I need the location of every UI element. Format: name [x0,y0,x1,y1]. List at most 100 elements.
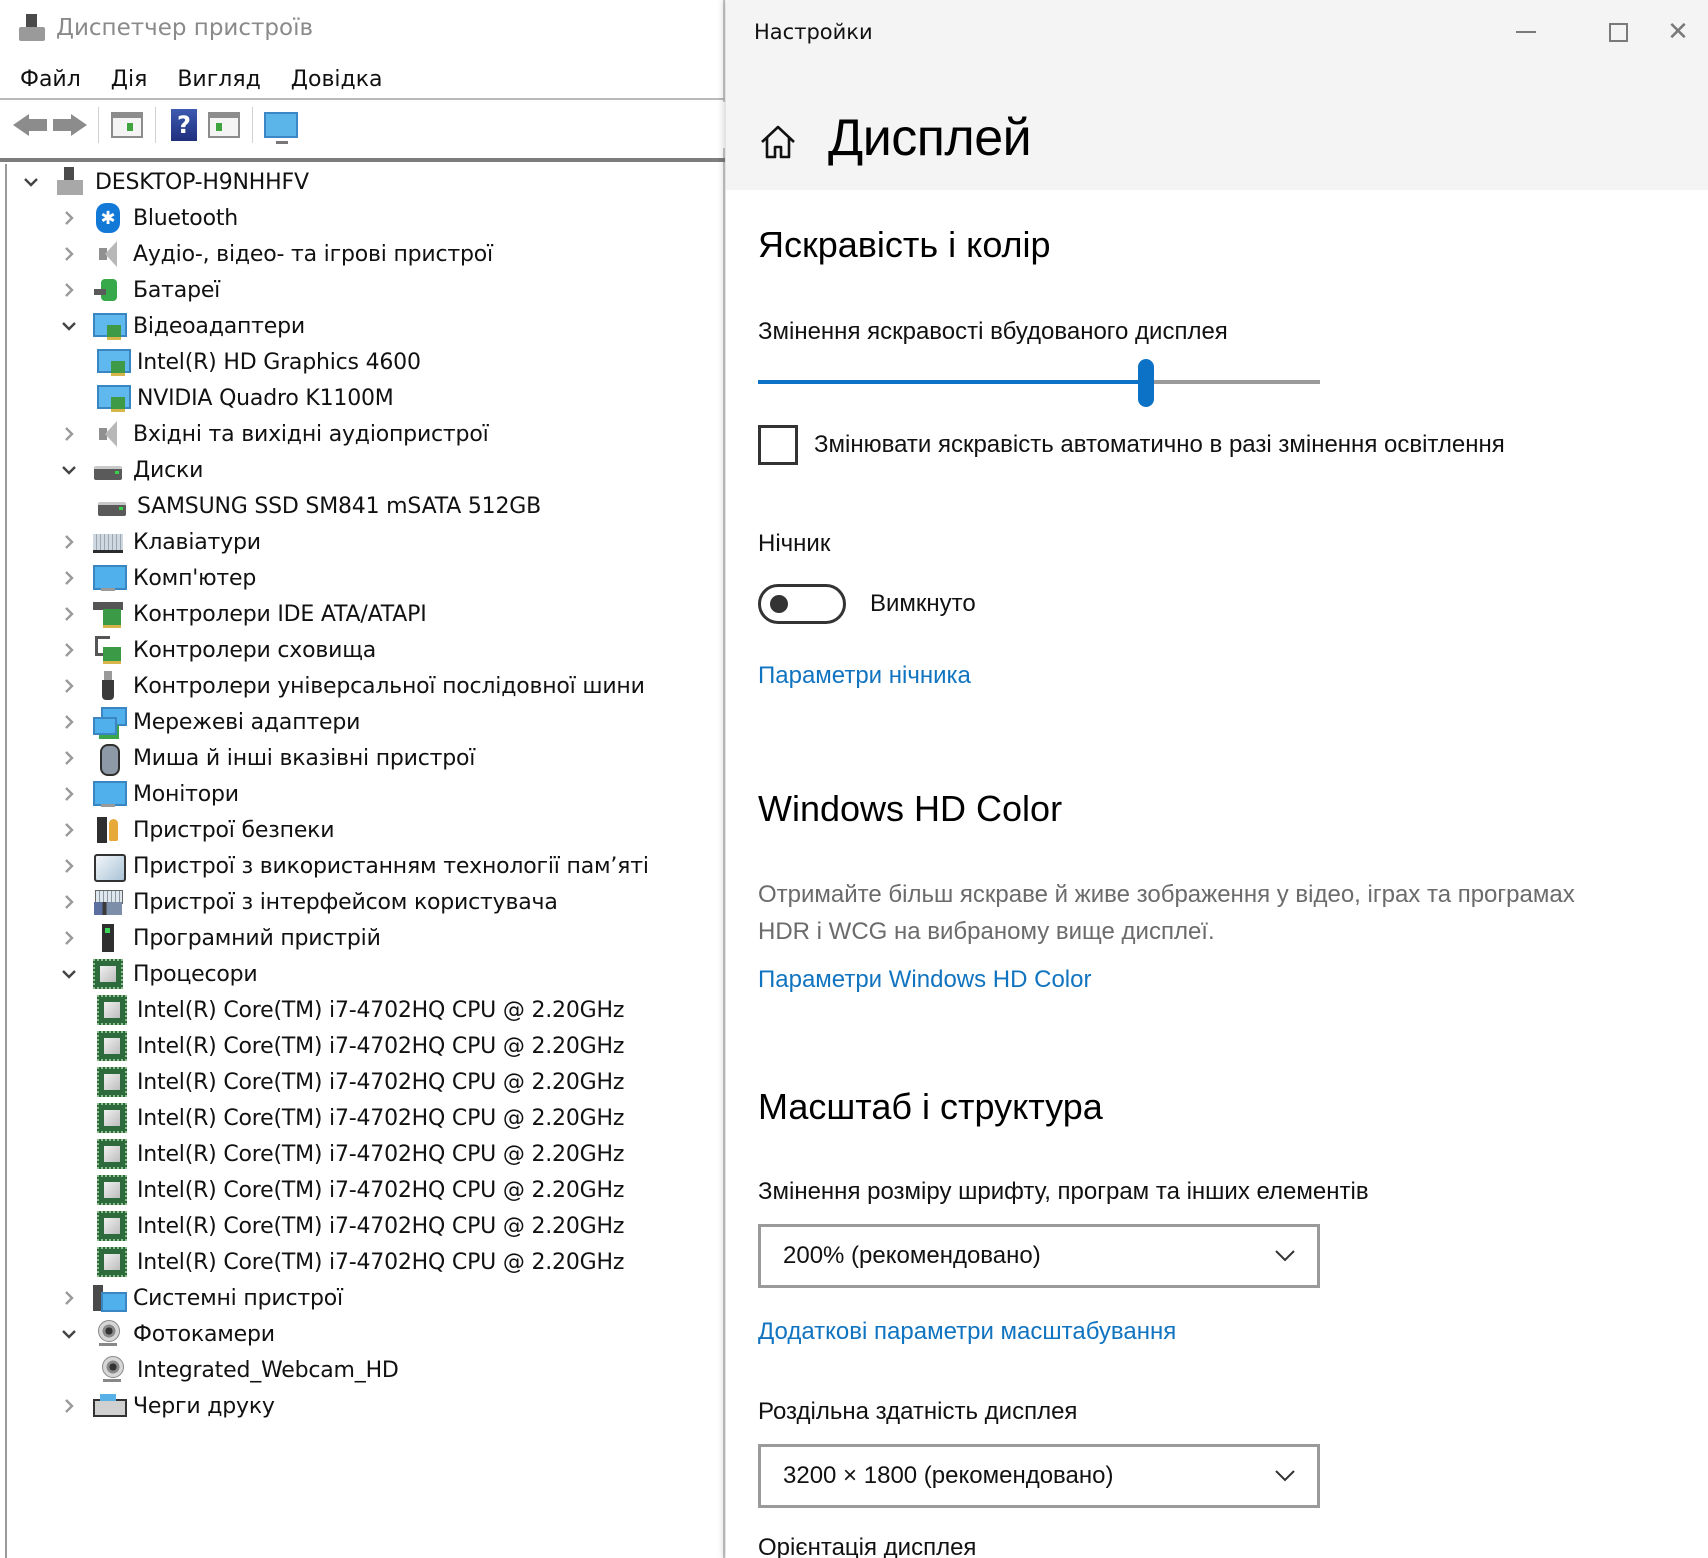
tree-category[interactable]: Контролери універсальної послідовної шин… [59,668,645,704]
chevron-right-icon[interactable] [59,676,79,696]
computer-icon [55,167,85,197]
chevron-right-icon[interactable] [59,748,79,768]
tree-category[interactable]: Клавіатури [59,524,261,560]
show-hide-console-tree-button[interactable] [107,106,147,144]
tree-device[interactable]: Intel(R) Core(TM) i7-4702HQ CPU @ 2.20GH… [97,1172,624,1208]
chevron-right-icon[interactable] [59,928,79,948]
chevron-down-icon[interactable] [59,460,79,480]
tree-category[interactable]: Батареї [59,272,220,308]
chevron-down-icon [1275,1470,1295,1482]
storage-icon [93,635,123,665]
chevron-down-icon[interactable] [21,172,41,192]
tree-item-label: Intel(R) Core(TM) i7-4702HQ CPU @ 2.20GH… [137,1249,625,1275]
forward-button[interactable] [50,106,90,144]
chevron-right-icon[interactable] [59,892,79,912]
chevron-right-icon[interactable] [59,640,79,660]
menu-help[interactable]: Довідка [291,67,383,92]
scale-dropdown[interactable]: 200% (рекомендовано) [758,1224,1320,1288]
menu-view[interactable]: Вигляд [177,67,260,92]
scale-dropdown-value: 200% (рекомендовано) [783,1242,1041,1269]
back-button[interactable] [10,106,50,144]
menu-file[interactable]: Файл [20,67,81,92]
home-icon[interactable] [758,122,798,162]
chevron-right-icon[interactable] [59,280,79,300]
help-button[interactable]: ? [164,106,204,144]
tree-device[interactable]: Intel(R) HD Graphics 4600 [97,344,421,380]
advanced-scaling-link[interactable]: Додаткові параметри масштабування [758,1318,1176,1346]
action-pane-button[interactable] [204,106,244,144]
network-icon [93,707,127,737]
resolution-dropdown[interactable]: 3200 × 1800 (рекомендовано) [758,1444,1320,1508]
night-light-settings-link[interactable]: Параметри нічника [758,662,971,690]
chevron-right-icon[interactable] [59,712,79,732]
tree-device[interactable]: SAMSUNG SSD SM841 mSATA 512GB [97,488,541,524]
tree-category[interactable]: Системні пристрої [59,1280,343,1316]
tree-device[interactable]: Intel(R) Core(TM) i7-4702HQ CPU @ 2.20GH… [97,1028,624,1064]
chevron-down-icon[interactable] [59,964,79,984]
auto-brightness-checkbox[interactable]: Змінювати яскравість автоматично в разі … [758,425,1505,465]
tree-category[interactable]: Комп'ютер [59,560,256,596]
tree-device[interactable]: Intel(R) Core(TM) i7-4702HQ CPU @ 2.20GH… [97,1136,624,1172]
tree-category[interactable]: Пристрої з інтерфейсом користувача [59,884,558,920]
tree-device[interactable]: Intel(R) Core(TM) i7-4702HQ CPU @ 2.20GH… [97,1064,624,1100]
orientation-label: Орієнтація дисплея [758,1534,977,1558]
tree-item-label: Відеоадаптери [133,313,305,339]
scan-hardware-button[interactable] [261,106,301,144]
minimize-button[interactable] [1496,10,1556,54]
chevron-right-icon[interactable] [59,784,79,804]
checkbox-box[interactable] [758,425,798,465]
chevron-right-icon[interactable] [59,1288,79,1308]
tree-category[interactable]: Пристрої безпеки [59,812,335,848]
tree-category[interactable]: Монітори [59,776,239,812]
chevron-right-icon[interactable] [59,208,79,228]
battery-icon [93,275,123,305]
tree-category[interactable]: Контролери IDE ATA/ATAPI [59,596,427,632]
chevron-right-icon[interactable] [59,1396,79,1416]
toggle-switch[interactable] [758,584,846,624]
device-manager-app-icon [18,14,46,42]
menu-action[interactable]: Дія [111,67,148,92]
slider-thumb[interactable] [1137,359,1154,407]
tree-category[interactable]: Фотокамери [59,1316,275,1352]
software-icon [93,923,123,953]
chevron-right-icon[interactable] [59,532,79,552]
tree-item-label: Intel(R) Core(TM) i7-4702HQ CPU @ 2.20GH… [137,1213,625,1239]
tree-item-label: Intel(R) Core(TM) i7-4702HQ CPU @ 2.20GH… [137,1069,625,1095]
settings-app-title: Настройки [754,20,873,44]
tree-category[interactable]: Відеоадаптери [59,308,305,344]
tree-category[interactable]: Контролери сховища [59,632,376,668]
tree-device[interactable]: Integrated_Webcam_HD [97,1352,399,1388]
tree-device[interactable]: Intel(R) Core(TM) i7-4702HQ CPU @ 2.20GH… [97,1244,624,1280]
chevron-down-icon[interactable] [59,1324,79,1344]
chevron-right-icon[interactable] [59,856,79,876]
tree-category[interactable]: ✱ Bluetooth [59,200,238,236]
tree-category[interactable]: Процесори [59,956,258,992]
tree-device[interactable]: Intel(R) Core(TM) i7-4702HQ CPU @ 2.20GH… [97,1208,624,1244]
chevron-down-icon[interactable] [59,316,79,336]
hd-color-settings-link[interactable]: Параметри Windows HD Color [758,966,1091,994]
tree-category[interactable]: Диски [59,452,203,488]
tree-device[interactable]: Intel(R) Core(TM) i7-4702HQ CPU @ 2.20GH… [97,1100,624,1136]
tree-device[interactable]: Intel(R) Core(TM) i7-4702HQ CPU @ 2.20GH… [97,992,624,1028]
brightness-slider[interactable] [758,359,1320,407]
tree-category[interactable]: Вхідні та вихідні аудіопристрої [59,416,489,452]
tree-category[interactable]: Пристрої з використанням технології пам’… [59,848,649,884]
cpu-icon [97,1067,127,1097]
chevron-right-icon[interactable] [59,820,79,840]
speaker-icon [93,239,123,269]
tree-root[interactable]: DESKTOP-H9NHHFV [21,164,309,200]
chevron-right-icon[interactable] [59,604,79,624]
tree-category[interactable]: Програмний пристрій [59,920,381,956]
tree-device[interactable]: NVIDIA Quadro K1100M [97,380,394,416]
night-light-toggle[interactable]: Вимкнуто [758,584,976,624]
tree-category[interactable]: Мережеві адаптери [59,704,360,740]
tree-category[interactable]: Черги друку [59,1388,275,1424]
tree-category[interactable]: Миша й інші вказівні пристрої [59,740,475,776]
maximize-button[interactable] [1588,10,1648,54]
tree-item-label: Intel(R) HD Graphics 4600 [137,349,421,375]
chevron-right-icon[interactable] [59,568,79,588]
close-button[interactable]: ✕ [1648,10,1708,54]
chevron-right-icon[interactable] [59,424,79,444]
chevron-right-icon[interactable] [59,244,79,264]
tree-category[interactable]: Аудіо-, відео- та ігрові пристрої [59,236,493,272]
